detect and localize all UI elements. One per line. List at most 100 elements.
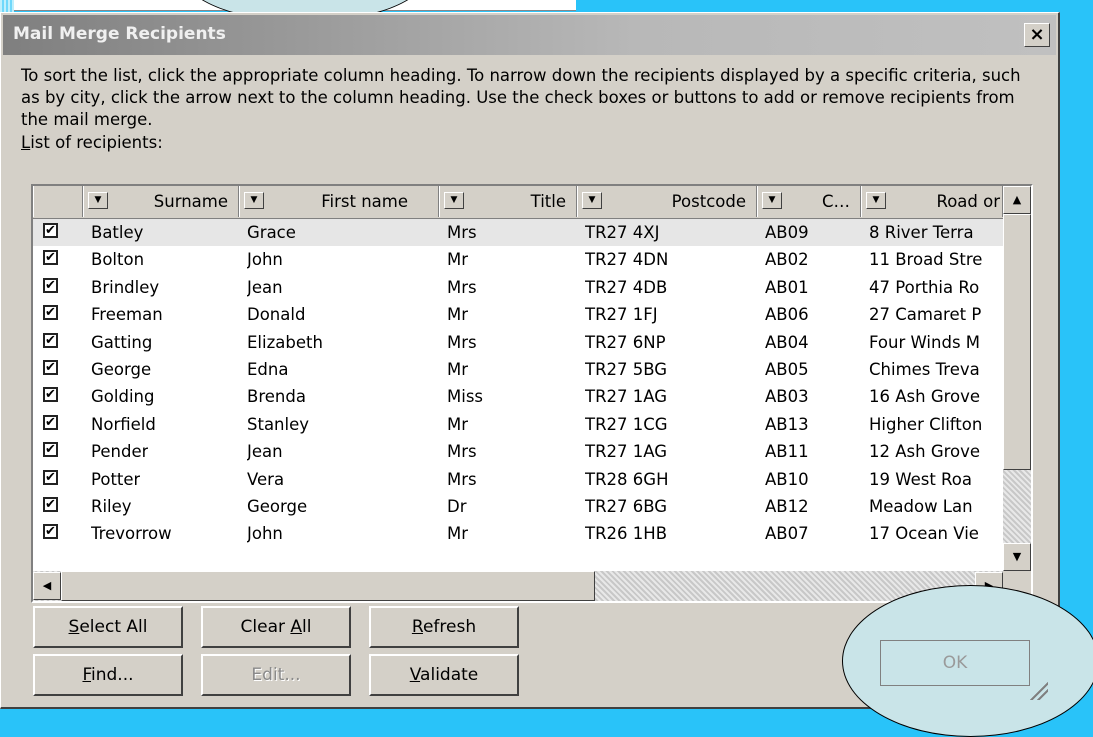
row-checkbox[interactable]: ✔ [43,414,58,430]
cell-first-name: Jean [247,277,283,297]
cell-first-name: Donald [247,305,306,325]
cell-surname: Golding [91,387,155,407]
cell-c: AB11 [765,442,809,462]
cell-road: Meadow Lan [869,497,973,516]
table-row[interactable]: ✔ Potter Vera Mrs TR28 6GH AB10 19 West Roa [33,466,1003,493]
select-all-button[interactable]: Select All [33,606,183,648]
scroll-left-icon[interactable]: ◀ [33,572,61,600]
filter-arrow-icon[interactable]: ▼ [762,192,782,209]
cell-c: AB05 [765,360,809,379]
cell-first-name: Edna [247,360,289,379]
column-header-postcode[interactable]: ▼ Postcode [577,186,757,217]
row-checkbox[interactable]: ✔ [43,387,58,403]
cell-first-name: Elizabeth [247,332,323,352]
recipients-list[interactable]: ▼ Surname ▼ First name ▼ Title ▼ Postcod… [31,184,1033,603]
cell-postcode: TR27 1CG [585,414,668,434]
table-row[interactable]: ✔ Brindley Jean Mrs TR27 4DB AB01 47 Porthia R… [33,274,1003,301]
horizontal-scroll-thumb[interactable] [61,571,595,601]
cell-title: Dr [447,497,467,516]
table-row[interactable]: ✔ Batley Grace Mrs TR27 4XJ AB09 8 River Terra [33,219,1003,246]
scroll-up-icon[interactable]: ▲ [1003,186,1031,214]
cell-road: 12 Ash Grove [869,442,981,462]
cell-postcode: TR27 6NP [585,332,666,352]
row-checkbox[interactable]: ✔ [43,223,58,238]
cell-title: Mrs [447,332,477,352]
cell-first-name: Grace [247,223,296,242]
table-row[interactable]: ✔ Pender Jean Mrs TR27 1AG AB11 12 Ash Grove [33,438,1003,465]
cell-postcode: TR27 4DN [585,250,669,270]
cell-postcode: TR27 1AG [585,387,668,407]
cell-road: 8 River Terra [869,223,974,242]
cell-surname: Norfield [91,414,156,434]
column-header-c[interactable]: ▼ C… [757,186,861,217]
cell-road: 17 Ocean Vie [869,524,979,544]
row-checkbox[interactable]: ✔ [43,469,58,485]
cell-title: Mr [447,305,469,325]
resize-grip-icon[interactable] [1028,680,1048,700]
row-checkbox[interactable]: ✔ [43,360,58,375]
table-row[interactable]: ✔ Bolton John Mr TR27 4DN AB02 11 Broad Stre [33,246,1003,273]
filter-arrow-icon[interactable]: ▼ [444,192,464,209]
cell-c: AB01 [765,277,809,297]
column-header-surname[interactable]: ▼ Surname [83,186,239,217]
vertical-scrollbar[interactable]: ▲ ▼ [1003,186,1031,571]
row-checkbox[interactable]: ✔ [43,250,58,266]
row-checkbox[interactable]: ✔ [43,524,58,540]
clear-all-button[interactable]: Clear All [201,606,351,648]
cell-surname: Gatting [91,332,153,352]
filter-arrow-icon[interactable]: ▼ [582,192,602,209]
scroll-down-icon[interactable]: ▼ [1003,543,1031,571]
cell-road: Four Winds M [869,332,981,352]
table-row[interactable]: ✔ Riley George Dr TR27 6BG AB12 Meadow Lan [33,493,1003,520]
table-row[interactable]: ✔ Trevorrow John Mr TR26 1HB AB07 17 Ocean Vie [33,520,1003,547]
table-row[interactable]: ✔ Freeman Donald Mr TR27 1FJ AB06 27 Camaret P [33,301,1003,328]
cell-road: 47 Porthia Ro [869,277,980,297]
cell-surname: Freeman [91,305,163,325]
cell-postcode: TR28 6GH [585,469,669,489]
column-header-title[interactable]: ▼ Title [439,186,577,217]
cell-first-name: George [247,497,308,516]
cell-title: Mrs [447,277,477,297]
filter-arrow-icon[interactable]: ▼ [88,192,108,209]
cell-title: Mrs [447,442,477,462]
row-checkbox[interactable]: ✔ [43,305,58,321]
cell-c: AB12 [765,497,809,516]
validate-button[interactable]: Validate [369,654,519,696]
ok-button[interactable]: OK [880,640,1030,686]
table-row[interactable]: ✔ Gatting Elizabeth Mrs TR27 6NP AB04 Four Win… [33,329,1003,356]
row-checkbox[interactable]: ✔ [43,497,58,512]
cell-title: Mrs [447,223,477,242]
cell-road: 27 Camaret P [869,305,982,325]
cell-title: Mr [447,360,469,379]
cell-first-name: Vera [247,469,285,489]
column-header-first-name[interactable]: ▼ First name [239,186,439,217]
cell-postcode: TR27 4DB [585,277,668,297]
title-bar[interactable]: Mail Merge Recipients × [3,15,1056,55]
horizontal-scrollbar[interactable]: ◀ ▶ [33,571,1003,601]
filter-arrow-icon[interactable]: ▼ [244,192,264,209]
filter-arrow-icon[interactable]: ▼ [866,192,886,209]
cell-c: AB04 [765,332,809,352]
table-row[interactable]: ✔ Golding Brenda Miss TR27 1AG AB03 16 Ash Gro… [33,383,1003,410]
close-button[interactable]: × [1024,23,1050,47]
cell-title: Mr [447,524,469,544]
cell-first-name: Stanley [247,414,310,434]
column-header-row: ▼ Surname ▼ First name ▼ Title ▼ Postcod… [33,186,1003,219]
column-header-road[interactable]: ▼ Road or [861,186,1003,217]
instructions-text: To sort the list, click the appropriate … [21,66,1021,129]
cell-postcode: TR26 1HB [585,524,668,544]
vertical-scroll-thumb[interactable] [1003,214,1031,470]
cell-postcode: TR27 1FJ [585,305,658,325]
cell-postcode: TR27 1AG [585,442,668,462]
edit-button[interactable]: Edit... [201,654,351,696]
table-row[interactable]: ✔ Norfield Stanley Mr TR27 1CG AB13 Higher Cli… [33,411,1003,438]
row-checkbox[interactable]: ✔ [43,442,58,458]
row-checkbox[interactable]: ✔ [43,332,58,348]
refresh-button[interactable]: Refresh [369,606,519,648]
cell-surname: Bolton [91,250,145,270]
table-row[interactable]: ✔ George Edna Mr TR27 5BG AB05 Chimes Treva [33,356,1003,383]
row-checkbox[interactable]: ✔ [43,277,58,293]
find-button[interactable]: Find... [33,654,183,696]
cell-c: AB02 [765,250,809,270]
cell-postcode: TR27 5BG [585,360,668,379]
